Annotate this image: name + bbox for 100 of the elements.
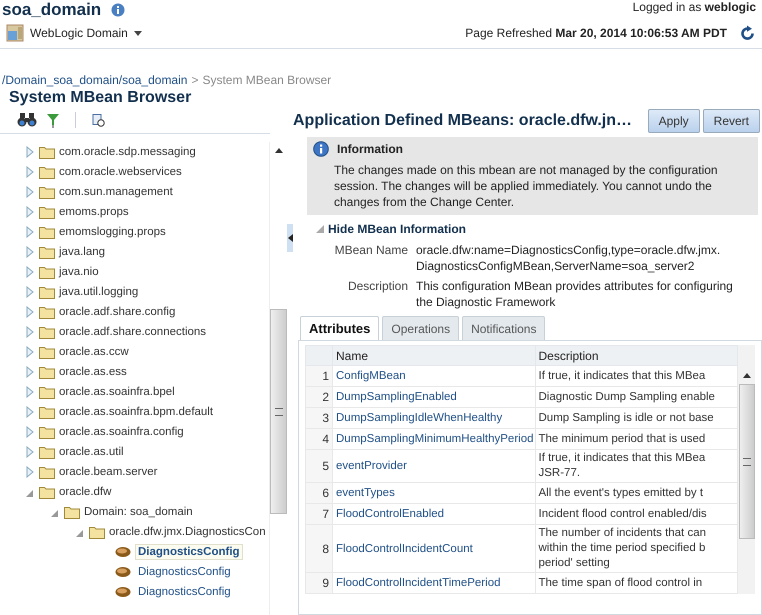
folder-icon	[39, 346, 55, 358]
tree-item[interactable]: oracle.adf.share.connections	[59, 326, 206, 338]
folder-icon	[39, 406, 55, 418]
scroll-up-arrow-icon[interactable]	[274, 148, 282, 153]
expand-triangle-icon[interactable]	[26, 346, 34, 358]
expand-triangle-icon[interactable]	[26, 406, 34, 418]
info-icon[interactable]	[111, 3, 126, 17]
column-header: Description	[535, 346, 738, 366]
field-label: MBean Name	[334, 242, 408, 259]
expand-triangle-icon[interactable]	[26, 386, 34, 398]
information-text: The changes made on this mbean are not managed by the configuration session. The changes will be applied immediately. You cannot undo the changes from the Change Center.	[334, 162, 719, 210]
tree-item[interactable]: oracle.as.ess	[59, 366, 127, 378]
tree-item[interactable]: emomslogging.props	[59, 226, 166, 238]
expand-triangle-icon[interactable]	[26, 466, 34, 478]
expand-triangle-icon[interactable]	[26, 266, 34, 278]
folder-icon	[39, 326, 55, 338]
hide-mbean-info-toggle[interactable]: Hide MBean Information	[293, 222, 762, 236]
folder-icon	[39, 166, 55, 178]
tree-item[interactable]: oracle.as.soainfra.bpel	[59, 386, 175, 398]
tree-item[interactable]: oracle.as.util	[59, 446, 124, 458]
row-number: 7	[306, 504, 332, 524]
folder-icon	[39, 266, 55, 278]
breadcrumb-link[interactable]: /Domain_soa_domain/soa_domain	[2, 73, 188, 87]
row-number: 3	[306, 408, 332, 428]
tab[interactable]: Operations	[382, 316, 460, 340]
tab[interactable]: Notifications	[462, 316, 546, 340]
tree-item[interactable]: Domain: soa_domain	[84, 506, 193, 518]
attribute-link[interactable]: DumpSamplingEnabled	[332, 386, 535, 408]
tree-item[interactable]: DiagnosticsConfig	[135, 584, 234, 600]
filter-icon[interactable]	[47, 112, 59, 128]
folder-icon	[39, 186, 55, 198]
bean-icon	[115, 566, 131, 578]
tree-item[interactable]: java.lang	[59, 246, 106, 258]
scroll-up-arrow-icon[interactable]	[742, 373, 750, 378]
folder-icon	[64, 506, 80, 518]
attribute-link[interactable]: FloodControlIncidentTimePeriod	[332, 572, 535, 594]
expand-triangle-icon[interactable]	[26, 306, 34, 318]
folder-icon	[39, 246, 55, 258]
information-title: Information	[337, 142, 403, 156]
folder-icon	[39, 226, 55, 238]
attribute-link[interactable]: FloodControlIncidentCount	[332, 524, 535, 572]
folder-icon	[39, 426, 55, 438]
document-refresh-icon[interactable]	[92, 114, 105, 126]
tree-item[interactable]: java.util.logging	[59, 286, 138, 298]
folder-icon	[39, 286, 55, 298]
attribute-link[interactable]: DumpSamplingIdleWhenHealthy	[332, 408, 535, 428]
expand-triangle-icon[interactable]	[26, 226, 34, 238]
tree-item[interactable]: com.oracle.sdp.messaging	[59, 146, 196, 158]
tree-item[interactable]: java.nio	[59, 266, 99, 278]
binoculars-icon[interactable]	[17, 113, 37, 127]
row-number: 1	[306, 366, 332, 386]
attribute-link[interactable]: DumpSamplingMinimumHealthyPeriod	[332, 428, 535, 450]
action-button[interactable]: Apply	[648, 109, 700, 133]
folder-icon	[39, 446, 55, 458]
tree-item[interactable]: DiagnosticsConfig	[135, 564, 234, 580]
expand-triangle-icon[interactable]	[26, 446, 34, 458]
expand-triangle-icon[interactable]	[26, 206, 34, 218]
folder-icon	[39, 386, 55, 398]
attribute-link[interactable]: eventTypes	[332, 482, 535, 504]
table-cell: All the event's types emitted by t	[535, 482, 738, 504]
table-scrollbar[interactable]	[738, 345, 755, 594]
tab[interactable]: Attributes	[300, 316, 380, 340]
tree-item[interactable]: com.sun.management	[59, 186, 173, 198]
expand-triangle-icon[interactable]	[26, 426, 34, 438]
tree-item[interactable]: oracle.dfw	[59, 486, 112, 498]
logged-in-text: Logged in as weblogic	[632, 0, 756, 14]
bean-icon	[115, 546, 131, 558]
expand-triangle-icon[interactable]	[26, 326, 34, 338]
info-icon	[313, 141, 329, 157]
breadcrumb-separator: >	[191, 73, 198, 87]
tree-item[interactable]: oracle.as.ccw	[59, 346, 129, 358]
tree-item[interactable]: oracle.as.soainfra.bpm.default	[59, 406, 214, 418]
refresh-icon[interactable]	[739, 24, 756, 42]
tree-item[interactable]: DiagnosticsConfig	[135, 544, 243, 560]
splitter-handle[interactable]	[287, 224, 293, 252]
domain-title: soa_domain	[2, 0, 102, 20]
attribute-link[interactable]: FloodControlEnabled	[332, 504, 535, 524]
tree-item[interactable]: com.oracle.webservices	[59, 166, 182, 178]
tree-item[interactable]: emoms.props	[59, 206, 129, 218]
table-cell: Incident flood control enabled/dis	[535, 504, 738, 524]
tree-item[interactable]: oracle.adf.share.config	[59, 306, 176, 318]
expand-triangle-icon[interactable]	[26, 146, 34, 158]
domain-icon	[6, 24, 24, 42]
action-button[interactable]: Revert	[702, 109, 760, 133]
tree-item[interactable]: oracle.beam.server	[59, 466, 158, 478]
row-number: 9	[306, 572, 332, 594]
folder-icon	[39, 306, 55, 318]
row-number: 2	[306, 386, 332, 408]
folder-icon	[39, 366, 55, 378]
expand-triangle-icon[interactable]	[26, 366, 34, 378]
attribute-link[interactable]: ConfigMBean	[332, 366, 535, 386]
expand-triangle-icon[interactable]	[26, 246, 34, 258]
expand-triangle-icon[interactable]	[26, 186, 34, 198]
row-number: 4	[306, 428, 332, 450]
tree-item[interactable]: oracle.dfw.jmx.DiagnosticsCon	[109, 526, 266, 538]
tree-item[interactable]: oracle.as.soainfra.config	[59, 426, 184, 438]
weblogic-domain-menu[interactable]: WebLogic Domain	[0, 24, 142, 42]
expand-triangle-icon[interactable]	[26, 286, 34, 298]
attribute-link[interactable]: eventProvider	[332, 450, 535, 482]
expand-triangle-icon[interactable]	[26, 166, 34, 178]
